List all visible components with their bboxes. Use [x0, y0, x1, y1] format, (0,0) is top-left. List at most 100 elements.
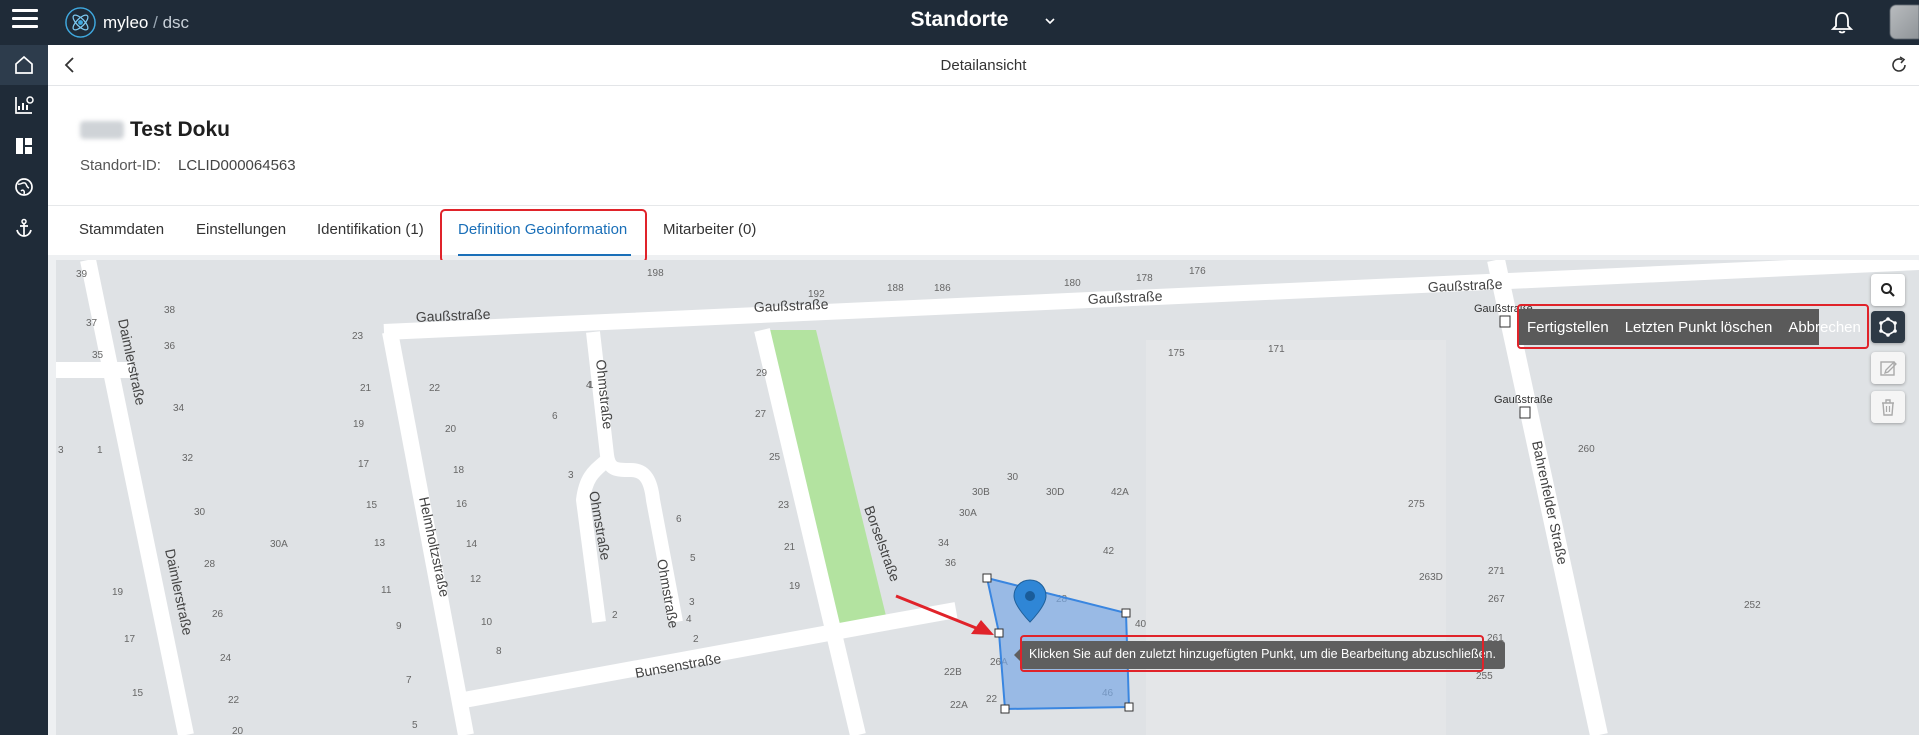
house-number: 5 — [412, 720, 418, 731]
house-number: 26 — [212, 609, 224, 620]
house-number: 37 — [86, 318, 98, 329]
house-number: 20 — [232, 726, 244, 735]
house-number: 30 — [194, 507, 206, 518]
tab-stammdaten[interactable]: Stammdaten — [79, 221, 164, 238]
polygon-vertex-handle[interactable] — [1124, 702, 1134, 712]
house-number: 255 — [1476, 671, 1493, 682]
house-number: 14 — [466, 539, 478, 550]
house-number: 176 — [1189, 266, 1206, 277]
draw-polygon-button[interactable] — [1871, 311, 1905, 343]
house-number: 25 — [769, 452, 781, 463]
house-number: 30A — [270, 539, 288, 550]
house-number: 30 — [1007, 472, 1019, 483]
chart-icon — [15, 96, 34, 114]
house-number: 34 — [938, 538, 950, 549]
house-number: 27 — [755, 409, 767, 420]
brand-logo[interactable]: myleo / dsc — [64, 6, 189, 39]
house-number: 1 — [97, 445, 103, 456]
house-number: 36 — [945, 558, 957, 569]
redacted-text — [80, 121, 124, 139]
house-number: 171 — [1268, 344, 1285, 355]
globe-icon — [15, 178, 33, 196]
house-number: 2 — [693, 634, 699, 645]
location-id-value: LCLID000064563 — [178, 157, 296, 174]
hamburger-menu-icon[interactable] — [12, 9, 38, 31]
sidebar-item-dashboard[interactable] — [0, 126, 48, 166]
house-number: 20 — [445, 424, 457, 435]
location-id-label: Standort-ID: — [80, 157, 161, 174]
house-number: 2 — [612, 610, 618, 621]
bus-stop-icon[interactable] — [1499, 315, 1511, 328]
house-number: 3 — [689, 597, 695, 608]
chevron-down-icon — [1045, 18, 1055, 25]
trash-icon — [1882, 399, 1894, 416]
house-number: 38 — [164, 305, 176, 316]
polygon-vertex-handle[interactable] — [1121, 608, 1131, 618]
bell-icon[interactable] — [1830, 10, 1854, 36]
house-number: 28 — [204, 559, 216, 570]
bus-stop-label-2: Gaußstraße — [1494, 394, 1553, 406]
tab-einstellungen[interactable]: Einstellungen — [196, 221, 286, 238]
house-number: 16 — [456, 499, 468, 510]
tab-identifikation[interactable]: Identifikation (1) — [317, 221, 424, 238]
house-number: 13 — [374, 538, 386, 549]
tab-highlight-box — [440, 209, 647, 263]
house-number: 17 — [358, 459, 370, 470]
tab-mitarbeiter[interactable]: Mitarbeiter (0) — [663, 221, 756, 238]
house-number: 15 — [132, 688, 144, 699]
house-number: 30A — [959, 508, 977, 519]
house-number: 39 — [76, 269, 88, 280]
house-number: 21 — [784, 542, 796, 553]
house-number: 5 — [690, 553, 696, 564]
location-title: Test Doku — [80, 118, 230, 142]
location-detail-card: Test Doku Standort-ID: LCLID000064563 — [48, 86, 1919, 205]
house-number: 11 — [381, 585, 392, 596]
edit-icon — [1880, 361, 1897, 376]
atom-logo-icon — [65, 7, 96, 38]
sidebar — [0, 45, 48, 735]
house-number: 180 — [1064, 278, 1081, 289]
anchor-icon — [16, 218, 32, 237]
polygon-vertex-handle[interactable] — [994, 628, 1004, 638]
home-icon — [15, 55, 33, 74]
house-number: 35 — [92, 350, 104, 361]
house-number: 42A — [1111, 487, 1129, 498]
detail-header-bar: Detailansicht — [48, 45, 1919, 86]
map-view[interactable]: Gaußstraße Gaußstraße Gaußstraße Gaußstr… — [56, 260, 1919, 735]
sidebar-item-anchor[interactable] — [0, 208, 48, 248]
house-number: 17 — [124, 634, 136, 645]
house-number: 36 — [164, 341, 176, 352]
house-number: 22 — [986, 694, 998, 705]
polygon-vertex-handle[interactable] — [1000, 704, 1010, 714]
house-number: 22B — [944, 667, 962, 678]
label-gauss-3: Gaußstraße — [1087, 288, 1163, 307]
house-number: 175 — [1168, 348, 1185, 359]
house-number: 3 — [568, 470, 574, 481]
house-number: 263D — [1419, 572, 1443, 583]
detail-view-title: Detailansicht — [940, 57, 1027, 74]
house-number: 21 — [360, 383, 372, 394]
house-number: 10 — [481, 617, 493, 628]
avatar[interactable] — [1890, 5, 1919, 39]
refresh-icon[interactable] — [1889, 55, 1909, 75]
sidebar-item-home[interactable] — [0, 45, 48, 85]
house-number: 186 — [934, 283, 951, 294]
house-number: 8 — [496, 646, 502, 657]
house-number: 18 — [453, 465, 465, 476]
house-number: 6 — [552, 411, 558, 422]
map-search-button[interactable] — [1871, 274, 1905, 306]
house-number: 3 — [58, 445, 64, 456]
sidebar-item-globe[interactable] — [0, 167, 48, 207]
house-number: 22A — [950, 700, 968, 711]
house-number: 40 — [1135, 619, 1147, 630]
sidebar-item-analytics[interactable] — [0, 85, 48, 125]
house-number: 267 — [1488, 594, 1505, 605]
bus-stop-icon[interactable] — [1519, 406, 1531, 419]
polygon-draw-icon — [1879, 317, 1897, 337]
delete-shape-button[interactable] — [1871, 391, 1905, 423]
polygon-vertex-handle[interactable] — [982, 573, 992, 583]
house-number: 30D — [1046, 487, 1064, 498]
house-number: 22 — [228, 695, 240, 706]
house-number: 15 — [366, 500, 378, 511]
edit-shape-button[interactable] — [1871, 352, 1905, 384]
